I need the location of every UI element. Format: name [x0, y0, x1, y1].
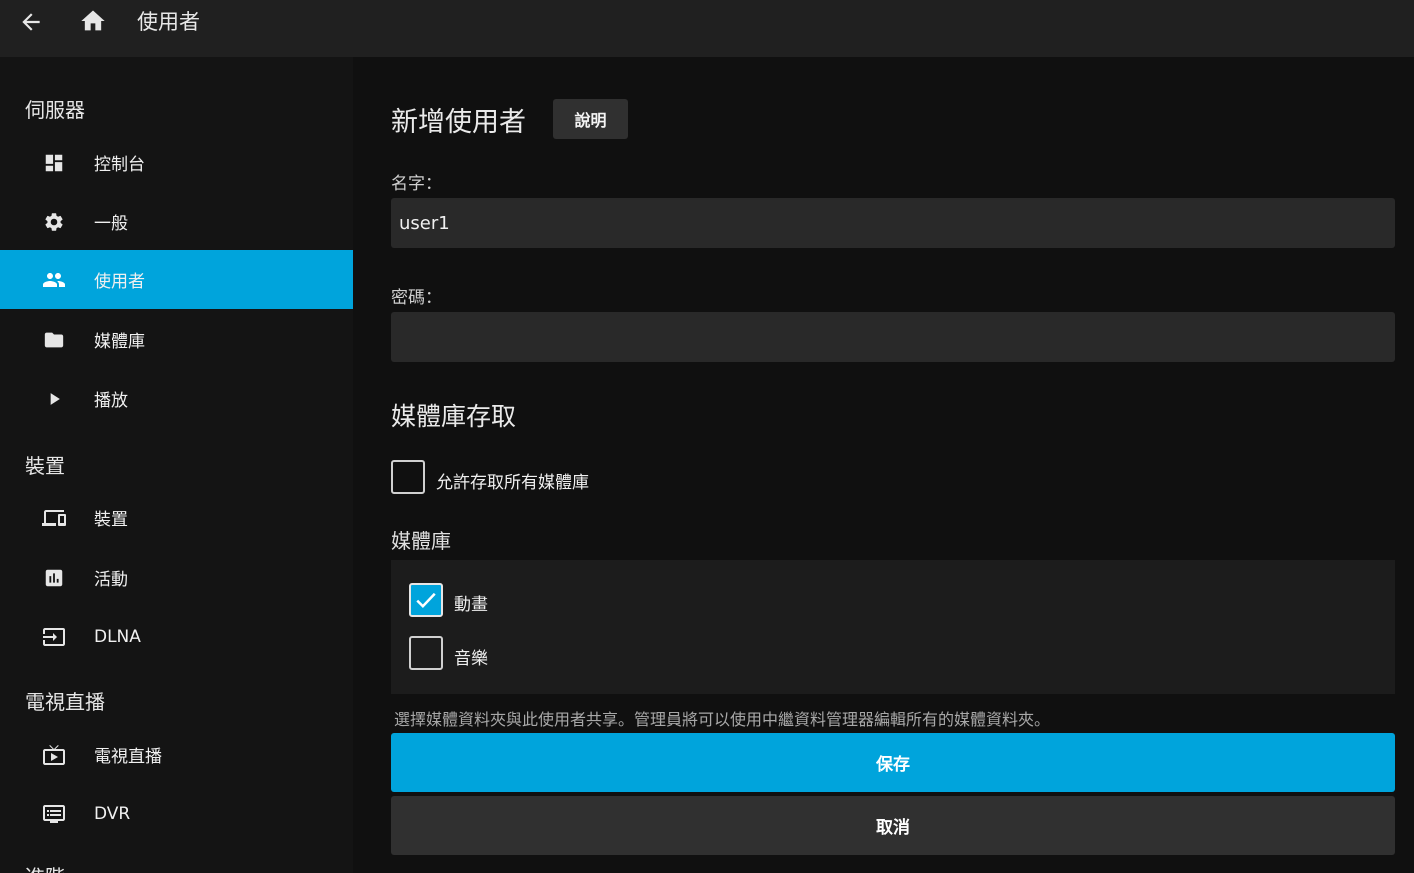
sidebar-item-dvr[interactable]: DVR	[0, 784, 353, 843]
save-button[interactable]: 保存	[391, 733, 1395, 792]
play-icon	[42, 387, 66, 411]
dvr-icon	[42, 802, 66, 826]
sidebar-item-users[interactable]: 使用者	[0, 250, 353, 309]
sidebar-section-devices: 裝置	[25, 454, 65, 478]
allow-all-libraries-checkbox[interactable]	[391, 460, 425, 494]
password-label: 密碼：	[391, 288, 442, 308]
library-hint-text: 選擇媒體資料夾與此使用者共享。管理員將可以使用中繼資料管理器編輯所有的媒體資料夾…	[394, 710, 1051, 729]
sidebar-item-label: 使用者	[94, 272, 145, 292]
sidebar-item-activity[interactable]: 活動	[0, 548, 353, 607]
page-title: 使用者	[137, 10, 200, 34]
tv-icon	[42, 743, 66, 767]
library-list: 動畫 音樂	[391, 560, 1395, 694]
input-icon	[42, 625, 66, 649]
sidebar: 伺服器 控制台 一般 使用者 媒體庫 播放 裝置 裝置 活動 DLNA 電視直播…	[0, 57, 353, 873]
sidebar-item-label: 控制台	[94, 155, 145, 175]
sidebar-section-advanced: 進階	[25, 861, 65, 873]
libraries-label: 媒體庫	[391, 529, 451, 553]
back-button[interactable]	[17, 8, 45, 36]
library-label-anime: 動畫	[454, 595, 488, 615]
checkmark-icon	[416, 592, 436, 609]
home-icon	[81, 10, 105, 31]
sidebar-item-label: 一般	[94, 214, 128, 234]
sidebar-item-label: 活動	[94, 570, 128, 590]
name-field[interactable]	[391, 198, 1395, 248]
sidebar-item-label: 播放	[94, 391, 128, 411]
chart-icon	[42, 566, 66, 590]
gear-icon	[42, 210, 66, 234]
password-field[interactable]	[391, 312, 1395, 362]
sidebar-item-devices[interactable]: 裝置	[0, 488, 353, 547]
library-label-music: 音樂	[454, 649, 488, 669]
devices-icon	[42, 506, 66, 530]
top-bar: 使用者	[0, 0, 1414, 57]
allow-all-libraries-label: 允許存取所有媒體庫	[436, 473, 589, 493]
name-label: 名字：	[391, 174, 442, 194]
sidebar-item-dlna[interactable]: DLNA	[0, 607, 353, 666]
folder-icon	[42, 328, 66, 352]
sidebar-item-label: 媒體庫	[94, 332, 145, 352]
home-button[interactable]	[79, 7, 107, 35]
cancel-button[interactable]: 取消	[391, 796, 1395, 855]
library-access-heading: 媒體庫存取	[391, 402, 517, 431]
sidebar-item-libraries[interactable]: 媒體庫	[0, 310, 353, 369]
help-button[interactable]: 說明	[553, 99, 628, 139]
sidebar-item-dashboard[interactable]: 控制台	[0, 133, 353, 192]
sidebar-item-label: 裝置	[94, 510, 128, 530]
sidebar-item-livetv[interactable]: 電視直播	[0, 725, 353, 784]
dashboard-icon	[42, 151, 66, 175]
sidebar-item-label: DLNA	[94, 626, 141, 647]
arrow-left-icon	[22, 13, 40, 31]
sidebar-item-label: 電視直播	[94, 747, 162, 767]
library-checkbox-music[interactable]	[409, 636, 443, 670]
library-checkbox-anime[interactable]	[409, 583, 443, 617]
form-heading: 新增使用者	[391, 107, 526, 138]
sidebar-item-general[interactable]: 一般	[0, 192, 353, 251]
sidebar-item-playback[interactable]: 播放	[0, 369, 353, 428]
people-icon	[42, 268, 66, 292]
sidebar-section-livetv: 電視直播	[25, 690, 105, 714]
sidebar-section-server: 伺服器	[25, 98, 85, 122]
sidebar-item-label: DVR	[94, 803, 131, 824]
